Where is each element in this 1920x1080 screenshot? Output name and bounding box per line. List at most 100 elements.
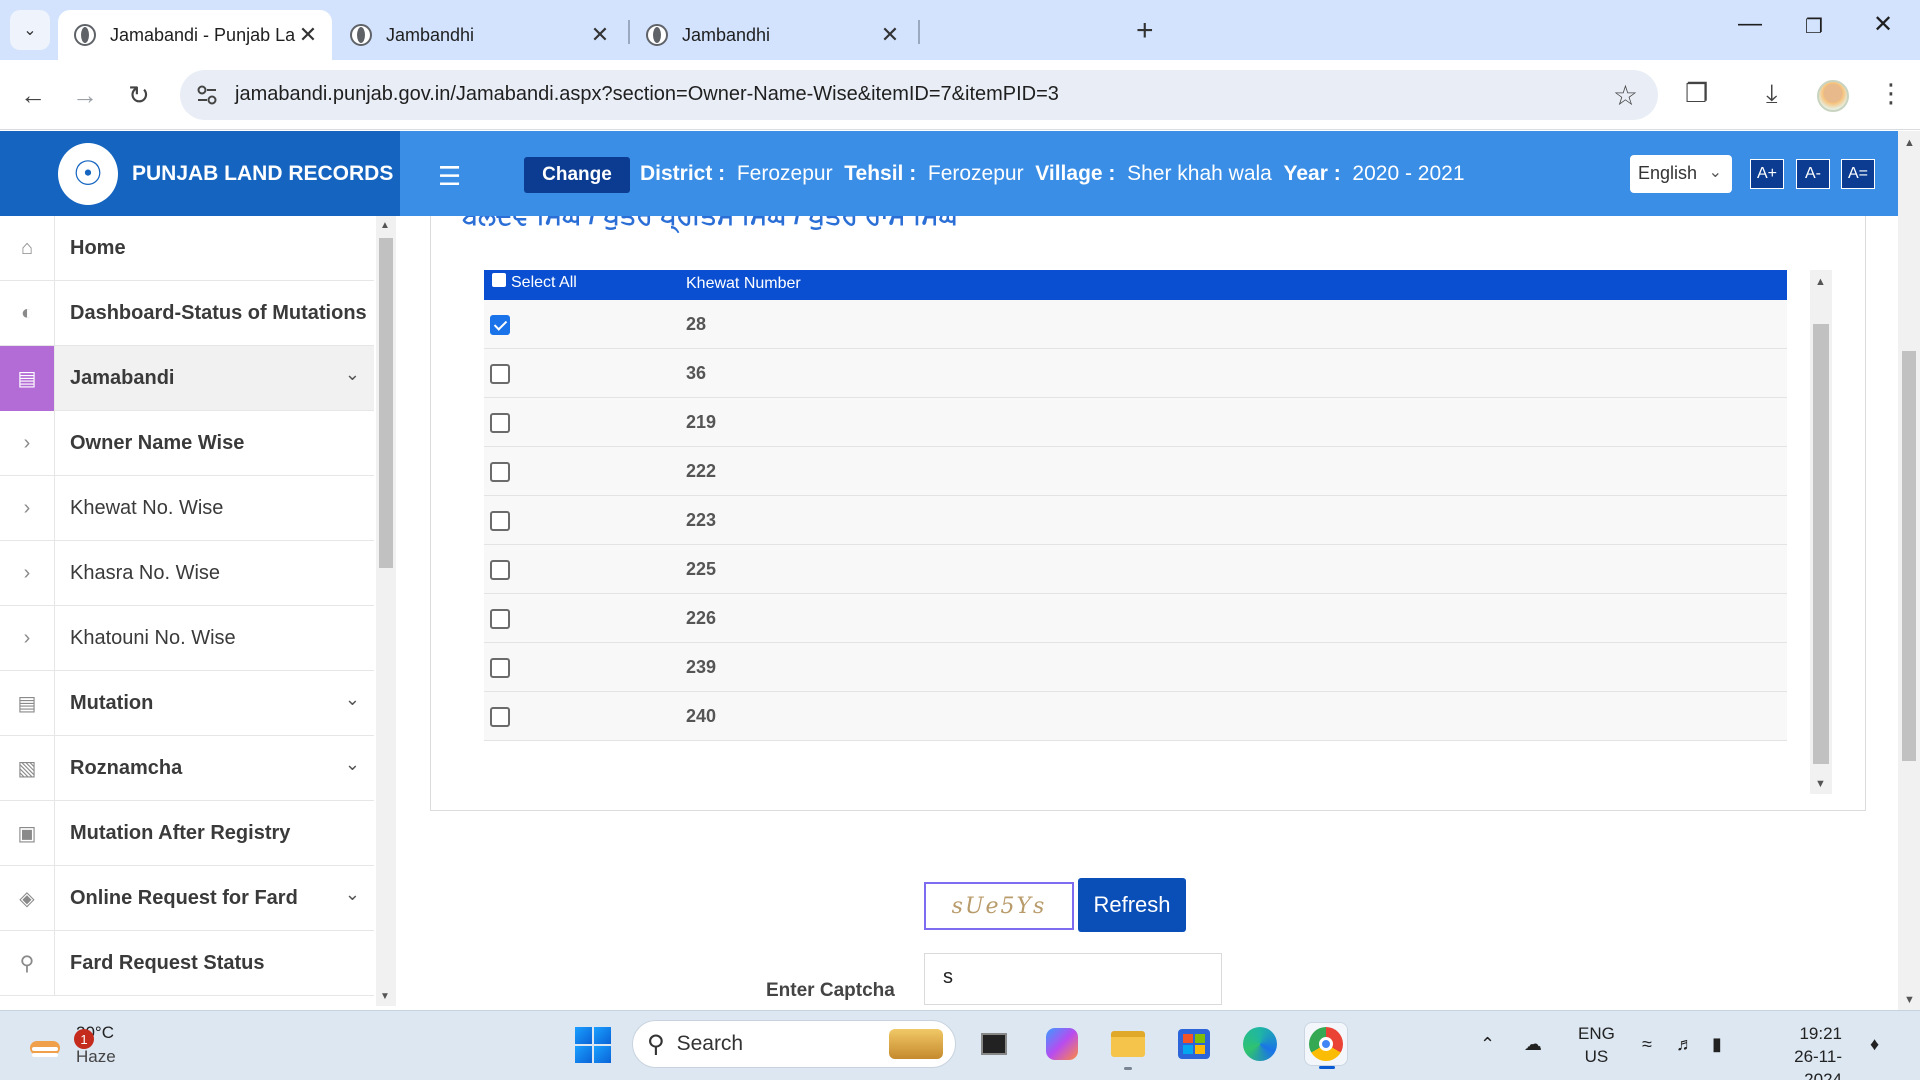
notification-bell-icon[interactable]: ♦ [1870,1034,1879,1055]
khewat-checkbox[interactable] [490,462,510,482]
sidebar-item-dashboard[interactable]: ◐ Dashboard-Status of Mutations [0,280,374,346]
sidebar-item-khatouni-no-wise[interactable]: › Khatouni No. Wise [0,605,374,671]
table-row[interactable]: 28 [484,300,1787,349]
search-icon: ⚲ [647,1030,665,1058]
table-row[interactable]: 239 [484,643,1787,692]
scroll-up-icon[interactable]: ▲ [1904,137,1915,149]
select-all-checkbox[interactable] [492,273,506,287]
task-view-icon[interactable] [972,1022,1016,1066]
scroll-down-icon[interactable]: ▼ [380,991,390,1002]
refresh-captcha-button[interactable]: Refresh [1078,878,1186,932]
page-scrollbar[interactable]: ▲ ▼ [1898,131,1920,1010]
volume-icon[interactable]: ♬ [1676,1034,1694,1055]
clock[interactable]: 19:21 26-11-2024 [1760,1022,1842,1080]
microsoft-store-icon[interactable] [1172,1022,1216,1066]
khewat-checkbox[interactable] [490,364,510,384]
khewat-checkbox[interactable] [490,315,510,335]
grid-scrollbar[interactable]: ▲ ▼ [1810,270,1832,794]
bookmark-star-icon[interactable]: ☆ [1613,79,1638,112]
font-reset-button[interactable]: A= [1841,159,1875,189]
restore-icon[interactable]: ❐ [1805,14,1823,39]
tab-search-button[interactable]: ⌄ [10,10,50,50]
hamburger-menu-icon[interactable]: ☰ [438,161,461,192]
weather-widget[interactable]: 1 20°C Haze [28,1021,116,1069]
sidebar-item-mutation[interactable]: ▤ Mutation ⌄ [0,670,374,736]
font-increase-button[interactable]: A+ [1750,159,1784,189]
khewat-checkbox[interactable] [490,707,510,727]
language-select[interactable]: English ⌄ [1630,155,1732,193]
sidebar-item-khewat-no-wise[interactable]: › Khewat No. Wise [0,475,374,541]
table-row[interactable]: 240 [484,692,1787,741]
khewat-number: 36 [686,363,707,383]
file-explorer-icon[interactable] [1106,1022,1150,1070]
wifi-icon[interactable]: ≈ [1642,1034,1652,1055]
scrollbar-thumb[interactable] [379,238,393,568]
sidebar-item-label: Jamabandi [70,366,175,389]
scroll-down-icon[interactable]: ▼ [1904,994,1915,1006]
sidebar-item-roznamcha[interactable]: ▧ Roznamcha ⌄ [0,735,374,801]
sidebar-item-online-request-fard[interactable]: ◈ Online Request for Fard ⌄ [0,865,374,931]
battery-icon[interactable]: ▮ [1712,1034,1722,1055]
close-icon[interactable]: ✕ [878,22,902,48]
table-row[interactable]: 222 [484,447,1787,496]
file-icon: ▤ [0,670,55,736]
select-all[interactable]: Select All [492,273,577,292]
chevron-down-icon: ⌄ [1708,164,1722,181]
site-settings-icon[interactable] [194,82,220,108]
sidebar-item-khasra-no-wise[interactable]: › Khasra No. Wise [0,540,374,606]
close-icon[interactable]: ✕ [296,22,320,48]
sidebar-scrollbar[interactable]: ▲ ▼ [376,216,396,1006]
download-icon[interactable]: ⤓ [1766,78,1778,110]
close-icon[interactable]: ✕ [588,22,612,48]
chrome-icon[interactable] [1304,1022,1348,1069]
reload-icon[interactable]: ↻ [128,80,150,111]
show-hidden-icons[interactable]: ⌃ [1480,1034,1495,1055]
sidebar-item-home[interactable]: ⌂ Home [0,216,374,281]
scrollbar-thumb[interactable] [1813,324,1829,764]
tab-jambandhi-2[interactable]: Jambandhi ✕ [630,10,914,60]
khewat-checkbox[interactable] [490,560,510,580]
table-row[interactable]: 36 [484,349,1787,398]
start-button[interactable] [575,1027,611,1063]
input-language[interactable]: ENG US [1578,1022,1615,1068]
copilot-icon[interactable] [1040,1022,1084,1066]
extensions-icon[interactable]: ❐ [1685,78,1708,109]
address-bar[interactable]: jamabandi.punjab.gov.in/Jamabandi.aspx?s… [180,70,1658,120]
scroll-up-icon[interactable]: ▲ [1815,276,1826,288]
table-row[interactable]: 223 [484,496,1787,545]
new-tab-button[interactable]: + [1136,14,1154,48]
newspaper-icon: ▤ [0,345,55,411]
more-menu-icon[interactable]: ⋮ [1878,78,1904,109]
tab-jambandhi-1[interactable]: Jambandhi ✕ [334,10,624,60]
brand[interactable]: PUNJAB LAND RECORDS [0,131,400,216]
back-icon[interactable]: ← [20,80,46,111]
font-decrease-button[interactable]: A- [1796,159,1830,189]
khewat-checkbox[interactable] [490,511,510,531]
khewat-checkbox[interactable] [490,413,510,433]
table-row[interactable]: 226 [484,594,1787,643]
minimize-icon[interactable]: — [1738,10,1762,38]
taskbar-search[interactable]: ⚲ Search [632,1020,956,1068]
captcha-input[interactable]: s [924,953,1222,1005]
scroll-down-icon[interactable]: ▼ [1815,778,1826,790]
sidebar-item-label: Mutation After Registry [70,821,291,844]
sidebar-item-label: Roznamcha [70,756,183,779]
table-row[interactable]: 225 [484,545,1787,594]
scroll-up-icon[interactable]: ▲ [380,220,390,231]
profile-avatar[interactable] [1817,80,1849,112]
close-window-icon[interactable]: ✕ [1873,10,1893,39]
tab-jamabandi[interactable]: Jamabandi - Punjab Land Recor ✕ [58,10,332,60]
sidebar-item-fard-request-status[interactable]: ⚲ Fard Request Status [0,930,374,996]
edge-icon[interactable] [1238,1022,1282,1066]
sidebar-item-jamabandi[interactable]: ▤ Jamabandi ⌄ [0,345,374,411]
khewat-checkbox[interactable] [490,658,510,678]
sidebar-item-mutation-after-registry[interactable]: ▣ Mutation After Registry [0,800,374,866]
khewat-checkbox[interactable] [490,609,510,629]
forward-icon[interactable]: → [72,80,98,111]
sidebar-item-owner-name-wise[interactable]: › Owner Name Wise [0,410,374,476]
grid-header: Select All Khewat Number [484,270,1787,300]
scrollbar-thumb[interactable] [1902,351,1916,761]
onedrive-icon[interactable]: ☁ [1524,1034,1542,1055]
table-row[interactable]: 219 [484,398,1787,447]
change-location-button[interactable]: Change [524,157,630,193]
